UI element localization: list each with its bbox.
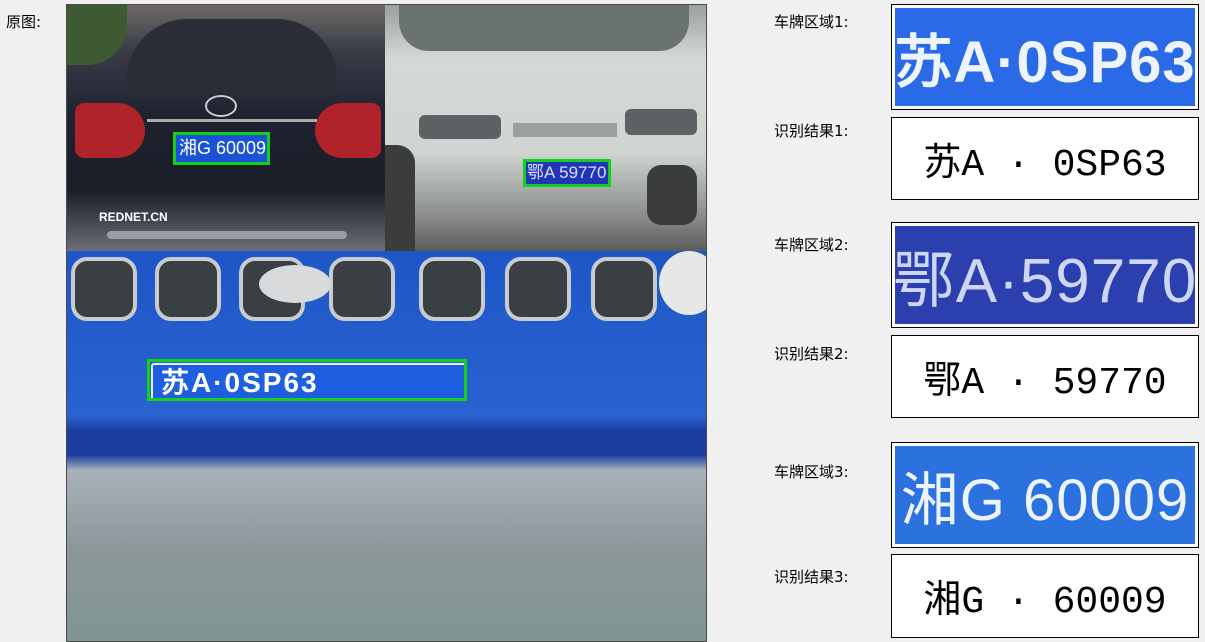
- region-label-2: 车牌区域2:: [774, 236, 849, 254]
- grille-slots: [67, 251, 706, 323]
- plate-crop-2: 鄂A·59770: [891, 222, 1199, 328]
- detected-plate-box-2: [523, 159, 611, 187]
- tire-right: [647, 165, 697, 225]
- tree-shape: [67, 5, 127, 65]
- original-image-label: 原图:: [6, 13, 42, 31]
- result-label-3: 识别结果3:: [774, 568, 849, 586]
- region-label-3: 车牌区域3:: [774, 463, 849, 481]
- result-text-3: 湘G · 60009: [891, 554, 1199, 638]
- tail-light-left: [75, 103, 145, 158]
- headlight-right: [625, 109, 697, 135]
- grille: [513, 123, 617, 137]
- watermark-text: REDNET.CN: [99, 210, 168, 224]
- chrome-strip: [147, 119, 317, 122]
- original-image-panel: 湘G 60009 REDNET.CN 鄂A 59770 苏A·0SP63: [66, 4, 707, 642]
- tire-left: [385, 145, 415, 251]
- plate-crop-1-text: 苏A·0SP63: [895, 30, 1195, 95]
- car-photo-dark-sedan: 湘G 60009 REDNET.CN: [67, 5, 385, 251]
- plate-crop-3-text: 湘G 60009: [900, 468, 1190, 533]
- plate-crop-1: 苏A·0SP63: [891, 4, 1199, 110]
- tail-light-right: [315, 103, 381, 158]
- windshield: [399, 5, 689, 51]
- detected-plate-box-3: [147, 359, 467, 401]
- headlight-left: [419, 115, 501, 139]
- result-label-1: 识别结果1:: [774, 122, 849, 140]
- plate-crop-2-text: 鄂A·59770: [895, 247, 1195, 316]
- result-text-1: 苏A · 0SP63: [891, 117, 1199, 200]
- plate-crop-3: 湘G 60009: [891, 442, 1199, 548]
- detected-plate-box-1: [173, 132, 270, 165]
- result-text-2: 鄂A · 59770: [891, 335, 1199, 418]
- car-photo-white-car: 鄂A 59770: [385, 5, 706, 251]
- result-label-2: 识别结果2:: [774, 345, 849, 363]
- fog-light: [659, 251, 706, 315]
- rear-window: [127, 19, 337, 89]
- region-label-1: 车牌区域1:: [774, 13, 849, 31]
- car-photo-blue-bumper: 苏A·0SP63: [67, 251, 706, 641]
- car-logo: [205, 95, 237, 117]
- bumper: [107, 231, 347, 239]
- brand-emblem: [259, 265, 331, 303]
